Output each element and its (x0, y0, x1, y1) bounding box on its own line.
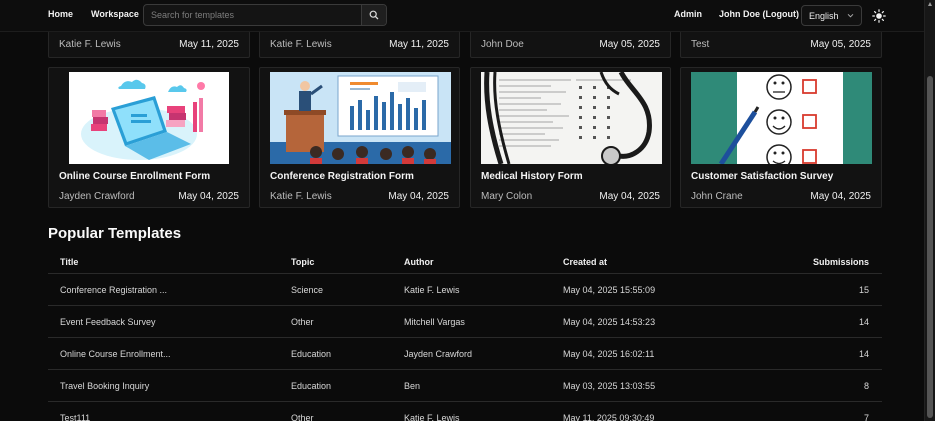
cell-topic: Other (291, 413, 314, 421)
page-scrollbar[interactable] (924, 0, 935, 421)
card-author: Mary Colon (481, 191, 533, 202)
card-author: Katie F. Lewis (270, 39, 332, 50)
language-select-value: English (809, 10, 839, 21)
cell-submissions: 14 (858, 349, 869, 359)
cell-topic: Science (291, 285, 324, 295)
card-author: Jayden Crawford (59, 191, 135, 202)
nav-home-link[interactable]: Home (48, 9, 73, 19)
template-card[interactable]: Katie F. Lewis May 11, 2025 (259, 31, 460, 58)
conference-speaker-illustration (270, 72, 451, 164)
template-card[interactable]: Test May 05, 2025 (680, 31, 882, 58)
card-date: May 04, 2025 (178, 191, 239, 202)
card-title: Conference Registration Form (270, 171, 414, 182)
template-card-conference[interactable]: Conference Registration Form Katie F. Le… (259, 67, 460, 208)
nav-workspace-link[interactable]: Workspace (91, 9, 139, 19)
card-author: Test (691, 39, 710, 50)
card-author: Katie F. Lewis (59, 39, 121, 50)
card-date: May 11, 2025 (389, 39, 449, 50)
table-row[interactable]: Travel Booking Inquiry Education Ben May… (48, 370, 882, 402)
scroll-up-arrow-icon[interactable] (928, 2, 932, 6)
scrollbar-thumb[interactable] (927, 76, 933, 418)
medical-form-stethoscope-photo (481, 72, 662, 164)
cell-title: Event Feedback Survey (60, 317, 156, 327)
cell-submissions: 8 (863, 381, 869, 391)
search-bar (143, 4, 387, 26)
cell-author: Mitchell Vargas (404, 317, 465, 327)
card-title: Customer Satisfaction Survey (691, 171, 834, 182)
template-card[interactable]: John Doe May 05, 2025 (470, 31, 671, 58)
cell-created-at: May 04, 2025 16:02:11 (563, 349, 655, 359)
cell-submissions: 7 (863, 413, 869, 421)
cell-submissions: 15 (858, 285, 869, 295)
laptop-books-illustration (69, 72, 229, 164)
card-date: May 04, 2025 (810, 191, 871, 202)
popular-templates-table: Title Topic Author Created at Submission… (48, 251, 882, 421)
cell-title: Conference Registration ... (60, 285, 168, 295)
popular-templates-heading: Popular Templates (48, 225, 182, 242)
cell-topic: Education (291, 349, 332, 359)
table-row[interactable]: Conference Registration ... Science Kati… (48, 274, 882, 306)
cell-author: Katie F. Lewis (404, 285, 460, 295)
card-thumbnail (270, 72, 451, 164)
cell-author: Jayden Crawford (404, 349, 473, 359)
column-header-title[interactable]: Title (60, 257, 78, 267)
card-author: John Crane (691, 191, 743, 202)
card-date: May 05, 2025 (599, 39, 660, 50)
template-card-customer-satisfaction[interactable]: Customer Satisfaction Survey John Crane … (680, 67, 882, 208)
search-input[interactable] (144, 5, 361, 25)
table-header: Title Topic Author Created at Submission… (48, 251, 882, 274)
card-date: May 05, 2025 (810, 39, 871, 50)
column-header-topic[interactable]: Topic (291, 257, 314, 267)
column-header-created-at[interactable]: Created at (563, 257, 607, 267)
card-thumbnail (691, 72, 872, 164)
cell-title: Test111 (60, 413, 91, 421)
card-thumbnail (59, 72, 240, 164)
language-select[interactable]: English (801, 5, 862, 26)
card-title: Online Course Enrollment Form (59, 171, 211, 182)
cell-created-at: May 04, 2025 14:53:23 (563, 317, 656, 327)
cell-submissions: 14 (858, 317, 869, 327)
card-date: May 04, 2025 (388, 191, 449, 202)
template-card-online-course[interactable]: Online Course Enrollment Form Jayden Cra… (48, 67, 250, 208)
card-author: Katie F. Lewis (270, 191, 332, 202)
satisfaction-survey-illustration (691, 72, 872, 164)
table-row[interactable]: Online Course Enrollment... Education Ja… (48, 338, 882, 370)
table-row[interactable]: Test111 Other Katie F. Lewis May 11, 202… (48, 402, 882, 421)
cell-title: Travel Booking Inquiry (60, 381, 150, 391)
template-card-medical-history[interactable]: Medical History Form Mary Colon May 04, … (470, 67, 671, 208)
table-row[interactable]: Event Feedback Survey Other Mitchell Var… (48, 306, 882, 338)
card-date: May 11, 2025 (179, 39, 239, 50)
cell-created-at: May 04, 2025 15:55:09 (563, 285, 656, 295)
nav-admin-link[interactable]: Admin (674, 9, 702, 19)
top-navbar: Home Workspace Admin John Doe (Logout) E… (0, 0, 924, 32)
card-author: John Doe (481, 39, 524, 50)
cell-topic: Education (291, 381, 332, 391)
nav-user-logout-link[interactable]: John Doe (Logout) (719, 9, 799, 19)
cell-topic: Other (291, 317, 314, 327)
cell-title: Online Course Enrollment... (60, 349, 171, 359)
cell-created-at: May 03, 2025 13:03:55 (563, 381, 656, 391)
column-header-author[interactable]: Author (404, 257, 434, 267)
card-date: May 04, 2025 (599, 191, 660, 202)
cell-author: Katie F. Lewis (404, 413, 460, 421)
card-thumbnail (481, 72, 662, 164)
search-button[interactable] (361, 5, 386, 25)
search-icon (369, 10, 379, 20)
cell-created-at: May 11, 2025 09:30:49 (563, 413, 655, 421)
sun-icon[interactable] (872, 9, 886, 23)
chevron-down-icon (847, 13, 854, 18)
template-card[interactable]: Katie F. Lewis May 11, 2025 (48, 31, 250, 58)
card-title: Medical History Form (481, 171, 583, 182)
cell-author: Ben (404, 381, 421, 391)
column-header-submissions[interactable]: Submissions (813, 257, 869, 267)
